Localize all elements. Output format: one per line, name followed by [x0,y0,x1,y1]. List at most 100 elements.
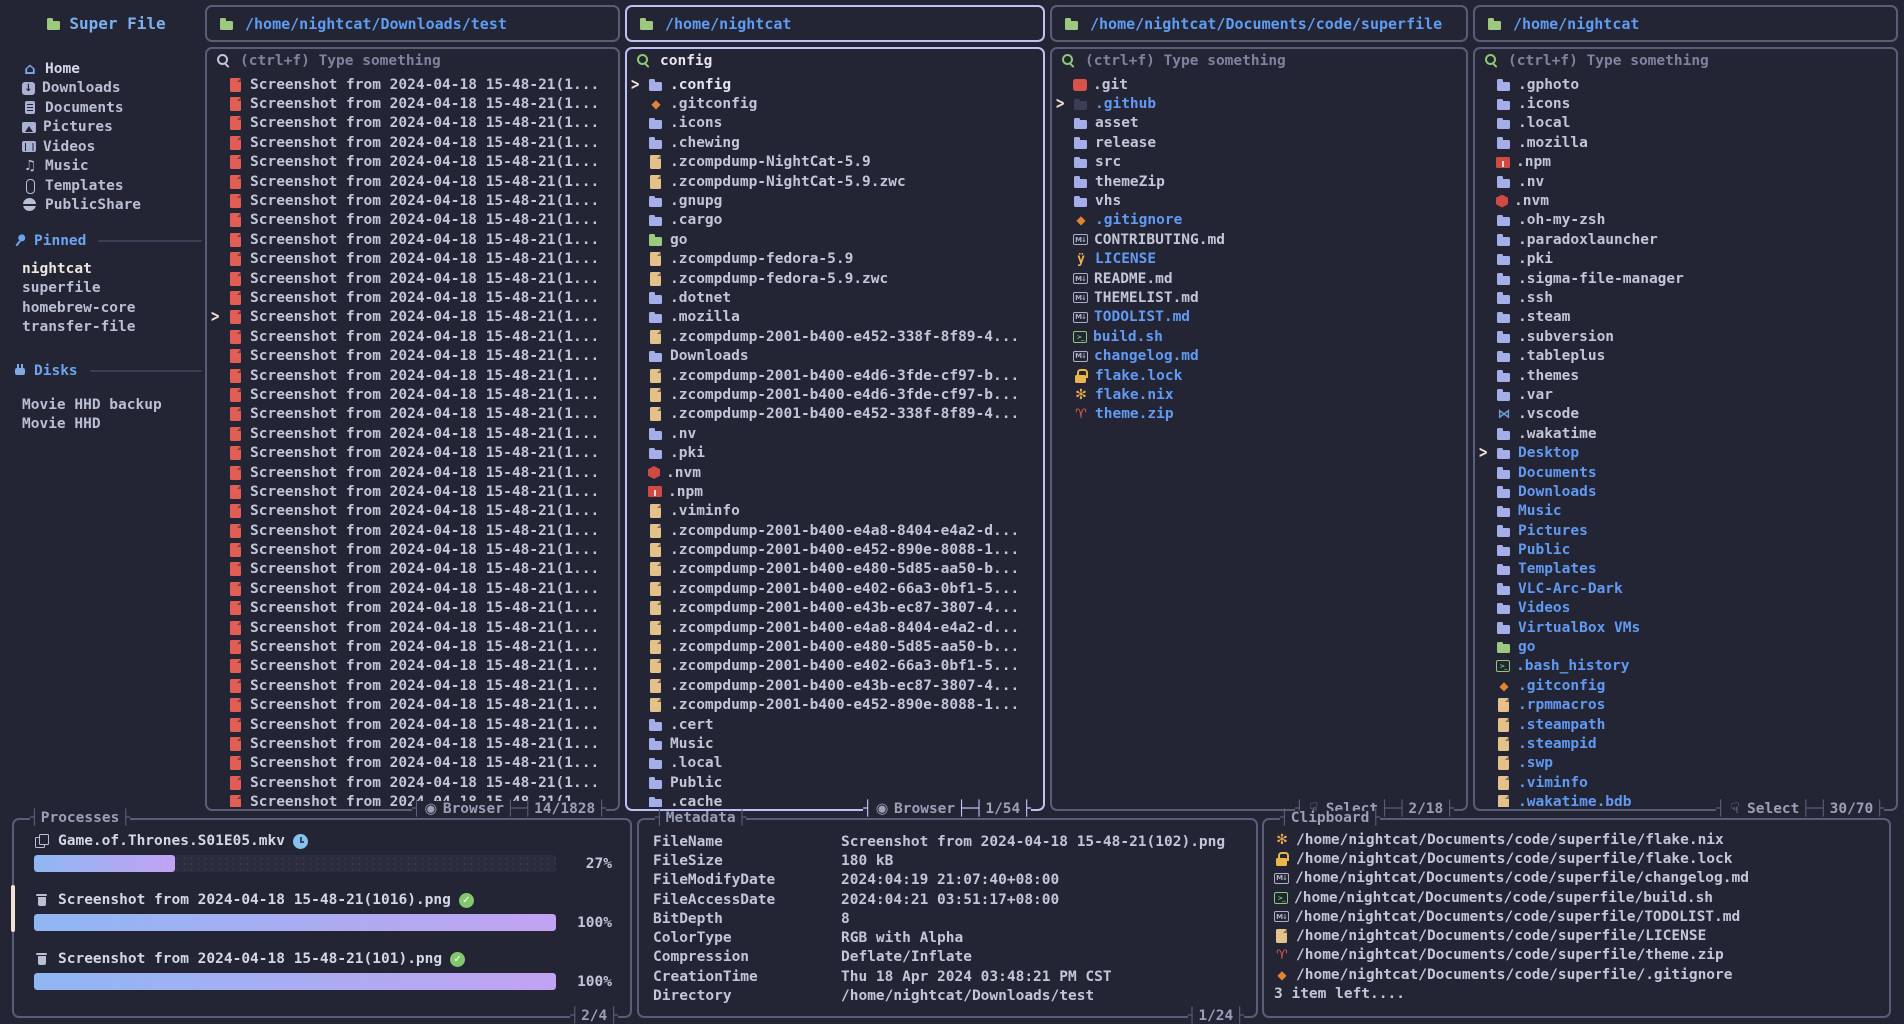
file-row[interactable]: Screenshot from 2024-04-18 15-48-21(1... [207,114,618,133]
sidebar-item-documents[interactable]: Documents [10,98,202,118]
pinned-item-nightcat[interactable]: nightcat [10,259,202,279]
file-row[interactable]: .cert [627,715,1043,734]
panel-path-header[interactable]: /home/nightcat/Documents/code/superfile [1050,5,1468,42]
sidebar-item-templates[interactable]: Templates [10,176,202,196]
file-row[interactable]: .tableplus [1475,346,1896,365]
file-row[interactable]: .zcompdump-2001-b400-e480-5d85-aa50-b... [627,560,1043,579]
file-row[interactable]: go [627,230,1043,249]
file-row[interactable]: Screenshot from 2024-04-18 15-48-21(1... [207,250,618,269]
pinned-item-homebrew-core[interactable]: homebrew-core [10,298,202,318]
file-row[interactable]: Screenshot from 2024-04-18 15-48-21(1... [207,540,618,559]
file-row[interactable]: Screenshot from 2024-04-18 15-48-21(1... [207,754,618,773]
file-row[interactable]: .viminfo [627,502,1043,521]
file-row[interactable]: Screenshot from 2024-04-18 15-48-21(1... [207,715,618,734]
file-row[interactable]: .zcompdump-2001-b400-e43b-ec87-3807-4... [627,676,1043,695]
file-row[interactable]: Screenshot from 2024-04-18 15-48-21(1... [207,269,618,288]
file-row[interactable]: Screenshot from 2024-04-18 15-48-21(1... [207,696,618,715]
file-row[interactable]: M↓README.md [1052,269,1466,288]
file-row[interactable]: >.config [627,75,1043,94]
file-row[interactable]: Screenshot from 2024-04-18 15-48-21(1... [207,288,618,307]
sidebar-item-downloads[interactable]: ↓Downloads [10,79,202,99]
file-row[interactable]: flake.lock [1052,366,1466,385]
file-row[interactable]: .gphoto [1475,75,1896,94]
file-row[interactable]: .subversion [1475,327,1896,346]
file-row[interactable]: Downloads [1475,482,1896,501]
file-row[interactable]: .paradoxlauncher [1475,230,1896,249]
file-row[interactable]: Screenshot from 2024-04-18 15-48-21(1... [207,424,618,443]
file-row[interactable]: .mozilla [627,308,1043,327]
search-input[interactable]: config [660,53,712,69]
file-row[interactable]: themeZip [1052,172,1466,191]
file-row[interactable]: ✻flake.nix [1052,385,1466,404]
file-row[interactable]: ◆.gitconfig [1475,676,1896,695]
file-row[interactable]: ♈theme.zip [1052,405,1466,424]
file-row[interactable]: .zcompdump-2001-b400-e4d6-3fde-cf97-b... [627,385,1043,404]
file-row[interactable]: Screenshot from 2024-04-18 15-48-21(1... [207,637,618,656]
search-input[interactable]: (ctrl+f) Type something [1508,53,1709,69]
file-row[interactable]: Public [1475,540,1896,559]
file-row[interactable]: Documents [1475,463,1896,482]
file-row[interactable]: VirtualBox VMs [1475,618,1896,637]
panel-path-header[interactable]: /home/nightcat [1473,5,1898,42]
file-row[interactable]: Screenshot from 2024-04-18 15-48-21(1... [207,191,618,210]
file-row[interactable]: ⋈.vscode [1475,405,1896,424]
file-row[interactable]: .nv [1475,172,1896,191]
file-row[interactable]: .themes [1475,366,1896,385]
file-row[interactable]: Screenshot from 2024-04-18 15-48-21(1... [207,94,618,113]
sidebar-item-pictures[interactable]: Pictures [10,118,202,138]
file-row[interactable]: ◆.gitconfig [627,94,1043,113]
file-row[interactable]: Screenshot from 2024-04-18 15-48-21(1... [207,618,618,637]
file-row[interactable]: M↓TODOLIST.md [1052,308,1466,327]
file-row[interactable]: Screenshot from 2024-04-18 15-48-21(1... [207,366,618,385]
file-row[interactable]: Screenshot from 2024-04-18 15-48-21(1... [207,443,618,462]
file-row[interactable]: Music [627,734,1043,753]
file-row[interactable]: M↓THEMELIST.md [1052,288,1466,307]
file-row[interactable]: .steampid [1475,734,1896,753]
file-row[interactable]: Screenshot from 2024-04-18 15-48-21(1... [207,346,618,365]
file-row[interactable]: .oh-my-zsh [1475,211,1896,230]
file-row[interactable]: >_build.sh [1052,327,1466,346]
file-row[interactable]: Screenshot from 2024-04-18 15-48-21(1... [207,463,618,482]
file-row[interactable]: .npm [1475,153,1896,172]
file-row[interactable]: M↓changelog.md [1052,346,1466,365]
file-row[interactable]: .zcompdump-NightCat-5.9.zwc [627,172,1043,191]
panel-path-header[interactable]: /home/nightcat/Downloads/test [205,5,620,42]
file-row[interactable]: Screenshot from 2024-04-18 15-48-21(1... [207,327,618,346]
file-row[interactable]: VLC-Arc-Dark [1475,579,1896,598]
file-row[interactable]: .gnupg [627,191,1043,210]
file-row[interactable]: .zcompdump-2001-b400-e43b-ec87-3807-4... [627,599,1043,618]
file-row[interactable]: .dotnet [627,288,1043,307]
file-row[interactable]: .swp [1475,754,1896,773]
file-row[interactable]: Screenshot from 2024-04-18 15-48-21(1... [207,657,618,676]
file-row[interactable]: .zcompdump-2001-b400-e452-338f-8f89-4... [627,327,1043,346]
file-row[interactable]: Screenshot from 2024-04-18 15-48-21(1... [207,482,618,501]
file-row[interactable]: .zcompdump-fedora-5.9 [627,250,1043,269]
file-row[interactable]: .wakatime [1475,424,1896,443]
file-row[interactable]: >_.bash_history [1475,657,1896,676]
file-row[interactable]: asset [1052,114,1466,133]
search-bar[interactable]: (ctrl+f) Type something [1475,49,1896,73]
file-row[interactable]: Public [627,773,1043,792]
file-row[interactable]: .npm [627,482,1043,501]
file-row[interactable]: .steam [1475,308,1896,327]
file-row[interactable]: .nv [627,424,1043,443]
file-row[interactable]: .zcompdump-2001-b400-e480-5d85-aa50-b... [627,637,1043,656]
file-row[interactable]: Screenshot from 2024-04-18 15-48-21(1... [207,385,618,404]
file-row[interactable]: Screenshot from 2024-04-18 15-48-21(1... [207,230,618,249]
search-bar[interactable]: (ctrl+f) Type something [1052,49,1466,73]
panel-path-header[interactable]: /home/nightcat [625,5,1045,42]
file-row[interactable]: .nvm [1475,191,1896,210]
file-row[interactable]: .steampath [1475,715,1896,734]
file-row[interactable]: Screenshot from 2024-04-18 15-48-21(1... [207,502,618,521]
sidebar-item-videos[interactable]: Videos [10,137,202,157]
file-row[interactable]: Screenshot from 2024-04-18 15-48-21(1... [207,734,618,753]
file-row[interactable]: >Desktop [1475,443,1896,462]
file-row[interactable]: .zcompdump-2001-b400-e452-890e-8088-1... [627,540,1043,559]
file-row[interactable]: .zcompdump-2001-b400-e452-890e-8088-1... [627,696,1043,715]
file-row[interactable]: .zcompdump-2001-b400-e4a8-8404-e4a2-d... [627,618,1043,637]
file-row[interactable]: .zcompdump-2001-b400-e452-338f-8f89-4... [627,405,1043,424]
process-item[interactable]: Screenshot from 2024-04-18 15-48-21(101)… [34,950,612,990]
file-row[interactable]: .rpmmacros [1475,696,1896,715]
file-row[interactable]: Templates [1475,560,1896,579]
file-row[interactable]: Screenshot from 2024-04-18 15-48-21(1... [207,405,618,424]
